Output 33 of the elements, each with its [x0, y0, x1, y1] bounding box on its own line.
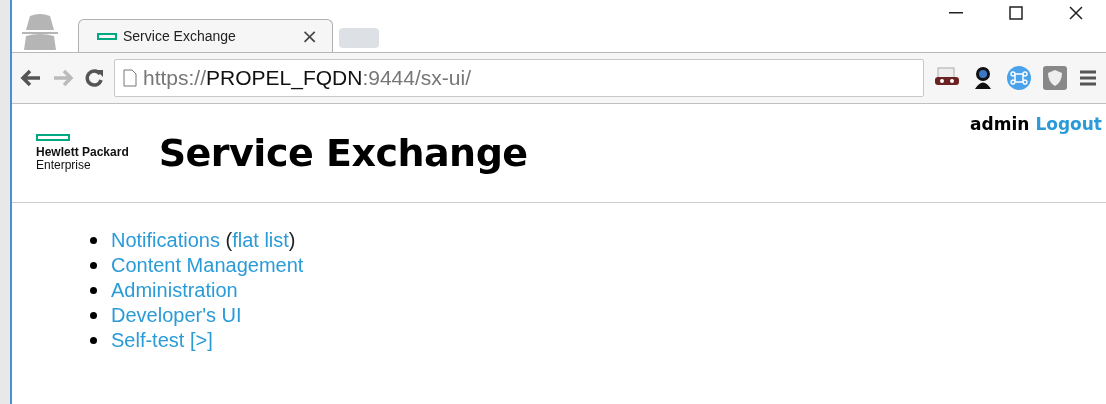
parenthesis-text: (	[224, 228, 233, 253]
username: admin	[970, 114, 1030, 134]
reload-icon[interactable]	[84, 68, 104, 88]
bullet-icon	[90, 262, 97, 269]
address-bar[interactable]: https://PROPEL_FQDN:9444/sx-ui/	[114, 59, 924, 97]
menu-link[interactable]: flat list	[232, 228, 289, 253]
menu-link[interactable]: Developer's UI	[111, 303, 242, 328]
menu-icon[interactable]	[1078, 69, 1098, 87]
tab-title: Service Exchange	[123, 28, 237, 44]
bullet-icon	[90, 312, 97, 319]
page-icon	[123, 69, 137, 87]
page-title: Service Exchange	[158, 131, 528, 175]
bullet-icon	[90, 287, 97, 294]
bullet-icon	[90, 337, 97, 344]
incognito-icon	[20, 12, 60, 50]
close-icon[interactable]	[1069, 6, 1083, 20]
parenthesis-text: )	[288, 228, 296, 253]
bullet-icon	[90, 237, 97, 244]
menu-link[interactable]: Self-test [>]	[111, 328, 213, 353]
logout-link[interactable]: Logout	[1035, 114, 1102, 134]
minimize-icon[interactable]	[949, 12, 963, 14]
back-icon[interactable]	[20, 69, 42, 87]
menu-link[interactable]: Notifications	[111, 228, 220, 253]
maximize-icon[interactable]	[1009, 6, 1023, 20]
company-logo: Hewlett Packard Enterprise	[36, 134, 129, 172]
url-text: https://PROPEL_FQDN:9444/sx-ui/	[143, 66, 471, 90]
browser-tab[interactable]: Service Exchange ×	[78, 19, 333, 52]
logo-icon	[97, 32, 117, 40]
menu-link[interactable]: Content Management	[111, 253, 304, 278]
command-key-icon[interactable]	[1006, 65, 1032, 91]
tab-close-button[interactable]: ×	[301, 24, 318, 48]
shield-icon[interactable]	[1042, 65, 1068, 91]
menu-link[interactable]: Administration	[111, 278, 238, 303]
